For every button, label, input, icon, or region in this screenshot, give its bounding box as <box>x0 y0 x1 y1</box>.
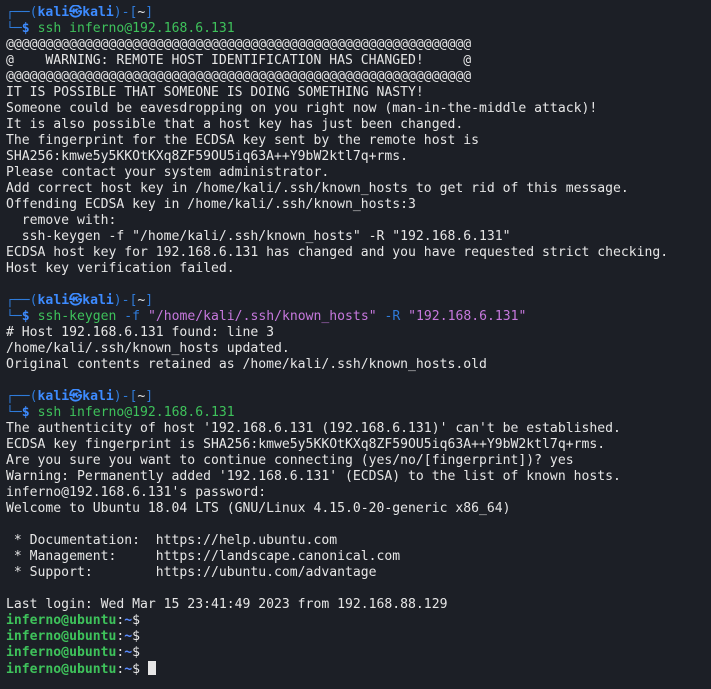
output-line: # Host 192.168.6.131 found: line 3 <box>6 325 275 340</box>
prompt-line-top: ┌──(kali㉿kali)-[~] <box>6 5 154 20</box>
output-line: Are you sure you want to continue connec… <box>6 453 574 468</box>
command-arg: "/home/kali/.ssh/known_hosts" <box>147 309 377 324</box>
output-line: It is also possible that a host key has … <box>6 117 464 132</box>
output-line: Please contact your system administrator… <box>6 165 330 180</box>
output-line: IT IS POSSIBLE THAT SOMEONE IS DOING SOM… <box>6 85 424 100</box>
text-cursor <box>147 661 156 675</box>
output-line: Offending ECDSA key in /home/kali/.ssh/k… <box>6 197 416 212</box>
remote-prompt: inferno@ubuntu:~$ <box>6 645 141 660</box>
remote-prompt: inferno@ubuntu:~$ <box>6 629 141 644</box>
prompt-line-command: └─$ ssh inferno@192.168.6.131 <box>6 405 235 420</box>
output-line: * Support: https://ubuntu.com/advantage <box>6 565 377 580</box>
terminal-window[interactable]: ┌──(kali㉿kali)-[~] └─$ ssh inferno@192.1… <box>6 5 706 677</box>
output-line: remove with: <box>6 213 117 228</box>
command-text: ssh inferno@192.168.6.131 <box>37 21 235 36</box>
prompt-at: ㉿ <box>69 5 83 20</box>
output-line: Warning: Permanently added '192.168.6.13… <box>6 469 621 484</box>
command-output-block2: # Host 192.168.6.131 found: line 3/home/… <box>6 325 706 373</box>
remote-prompt: inferno@ubuntu:~$ <box>6 613 141 628</box>
output-line: * Management: https://landscape.canonica… <box>6 549 401 564</box>
output-line: ssh-keygen -f "/home/kali/.ssh/known_hos… <box>6 229 511 244</box>
command-text: ssh inferno@192.168.6.131 <box>37 405 235 420</box>
prompt-line-top: ┌──(kali㉿kali)-[~] <box>6 293 154 308</box>
prompt-line-command: └─$ ssh inferno@192.168.6.131 <box>6 21 235 36</box>
output-line: @@@@@@@@@@@@@@@@@@@@@@@@@@@@@@@@@@@@@@@@… <box>6 69 472 84</box>
output-line: @ WARNING: REMOTE HOST IDENTIFICATION HA… <box>6 53 472 68</box>
command-flag: -f <box>124 309 141 324</box>
output-line: SHA256:kmwe5y5KKOtKXq8ZF59OU5iq63A++Y9bW… <box>6 149 409 164</box>
command-output-block1: @@@@@@@@@@@@@@@@@@@@@@@@@@@@@@@@@@@@@@@@… <box>6 37 706 277</box>
command-output-block3: The authenticity of host '192.168.6.131 … <box>6 421 706 613</box>
remote-prompt-active[interactable]: inferno@ubuntu:~$ <box>6 661 706 677</box>
command-arg: "192.168.6.131" <box>408 309 527 324</box>
prompt-host: kali <box>82 5 114 20</box>
output-line: ECDSA host key for 192.168.6.131 has cha… <box>6 245 669 260</box>
command-name: ssh-keygen <box>37 309 117 324</box>
output-line: Last login: Wed Mar 15 23:41:49 2023 fro… <box>6 597 448 612</box>
output-line: Host key verification failed. <box>6 261 235 276</box>
output-line: /home/kali/.ssh/known_hosts updated. <box>6 341 290 356</box>
output-line: The fingerprint for the ECDSA key sent b… <box>6 133 479 148</box>
output-line: Add correct host key in /home/kali/.ssh/… <box>6 181 629 196</box>
output-line: @@@@@@@@@@@@@@@@@@@@@@@@@@@@@@@@@@@@@@@@… <box>6 37 472 52</box>
output-line: Someone could be eavesdropping on you ri… <box>6 101 598 116</box>
output-line: The authenticity of host '192.168.6.131 … <box>6 421 621 436</box>
prompt-dollar: $ <box>21 21 30 36</box>
output-line: * Documentation: https://help.ubuntu.com <box>6 533 338 548</box>
output-line: Welcome to Ubuntu 18.04 LTS (GNU/Linux 4… <box>6 501 511 516</box>
output-line: Original contents retained as /home/kali… <box>6 357 487 372</box>
prompt-line-top: ┌──(kali㉿kali)-[~] <box>6 389 154 404</box>
prompt-user: kali <box>37 5 70 20</box>
output-line: ECDSA key fingerprint is SHA256:kmwe5y5K… <box>6 437 606 452</box>
prompt-line-command: └─$ ssh-keygen -f "/home/kali/.ssh/known… <box>6 309 527 324</box>
output-line: inferno@192.168.6.131's password: <box>6 485 267 500</box>
command-flag: -R <box>384 309 401 324</box>
